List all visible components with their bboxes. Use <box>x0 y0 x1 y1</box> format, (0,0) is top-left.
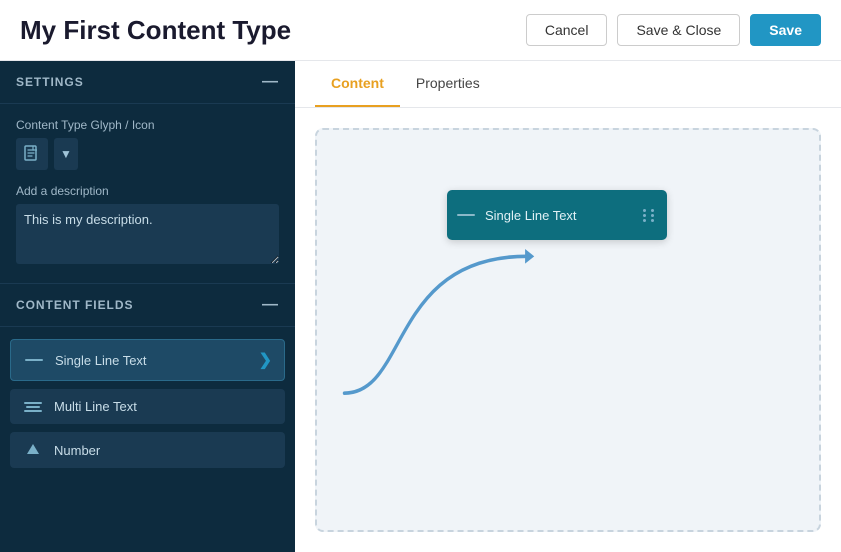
canvas-area: Single Line Text <box>295 108 841 552</box>
header-buttons: Cancel Save & Close Save <box>526 14 821 46</box>
save-close-button[interactable]: Save & Close <box>617 14 740 46</box>
tabs-bar: Content Properties <box>295 61 841 108</box>
content-area: Content Properties Single Line Text <box>295 61 841 552</box>
number-icon <box>22 442 44 458</box>
glyph-icon-button[interactable] <box>16 138 48 170</box>
cancel-button[interactable]: Cancel <box>526 14 608 46</box>
field-item-label-single-line: Single Line Text <box>55 353 249 368</box>
settings-collapse-icon[interactable]: — <box>262 73 279 91</box>
content-fields-collapse-icon[interactable]: — <box>262 296 279 314</box>
header: My First Content Type Cancel Save & Clos… <box>0 0 841 61</box>
sidebar: SETTINGS — Content Type Glyph / Icon ▼ <box>0 61 295 552</box>
description-label: Add a description <box>16 184 279 198</box>
save-button[interactable]: Save <box>750 14 821 46</box>
page-title: My First Content Type <box>20 15 291 46</box>
tab-properties[interactable]: Properties <box>400 61 496 107</box>
field-item-single-line[interactable]: Single Line Text ❯ <box>10 339 285 381</box>
settings-section-header: SETTINGS — <box>0 61 295 104</box>
settings-section-label: SETTINGS <box>16 75 84 89</box>
content-fields-section-header: CONTENT FIELDS — <box>0 284 295 327</box>
field-item-arrow-single-line: ❯ <box>259 350 272 370</box>
content-fields-list-container: Single Line Text ❯ Multi Line Text <box>0 327 295 552</box>
canvas-single-line-icon <box>457 214 475 216</box>
multi-line-icon <box>22 402 44 412</box>
drop-zone[interactable]: Single Line Text <box>315 128 821 532</box>
glyph-row: ▼ <box>16 138 279 170</box>
description-textarea[interactable]: This is my description. <box>16 204 279 264</box>
canvas-field-label: Single Line Text <box>485 208 633 223</box>
glyph-label: Content Type Glyph / Icon <box>16 118 279 132</box>
drag-handle-icon <box>643 209 657 222</box>
field-item-label-multi-line: Multi Line Text <box>54 399 273 414</box>
tab-content[interactable]: Content <box>315 61 400 107</box>
single-line-icon <box>23 359 45 361</box>
settings-content: Content Type Glyph / Icon ▼ Add a descri… <box>0 104 295 284</box>
field-item-multi-line[interactable]: Multi Line Text <box>10 389 285 424</box>
content-fields-list: Single Line Text ❯ Multi Line Text <box>0 327 295 480</box>
field-item-label-number: Number <box>54 443 273 458</box>
glyph-dropdown-button[interactable]: ▼ <box>54 138 78 170</box>
field-item-number[interactable]: Number <box>10 432 285 468</box>
main-layout: SETTINGS — Content Type Glyph / Icon ▼ <box>0 61 841 552</box>
canvas-field-card[interactable]: Single Line Text <box>447 190 667 240</box>
document-icon <box>24 145 40 163</box>
content-fields-label: CONTENT FIELDS <box>16 298 133 312</box>
